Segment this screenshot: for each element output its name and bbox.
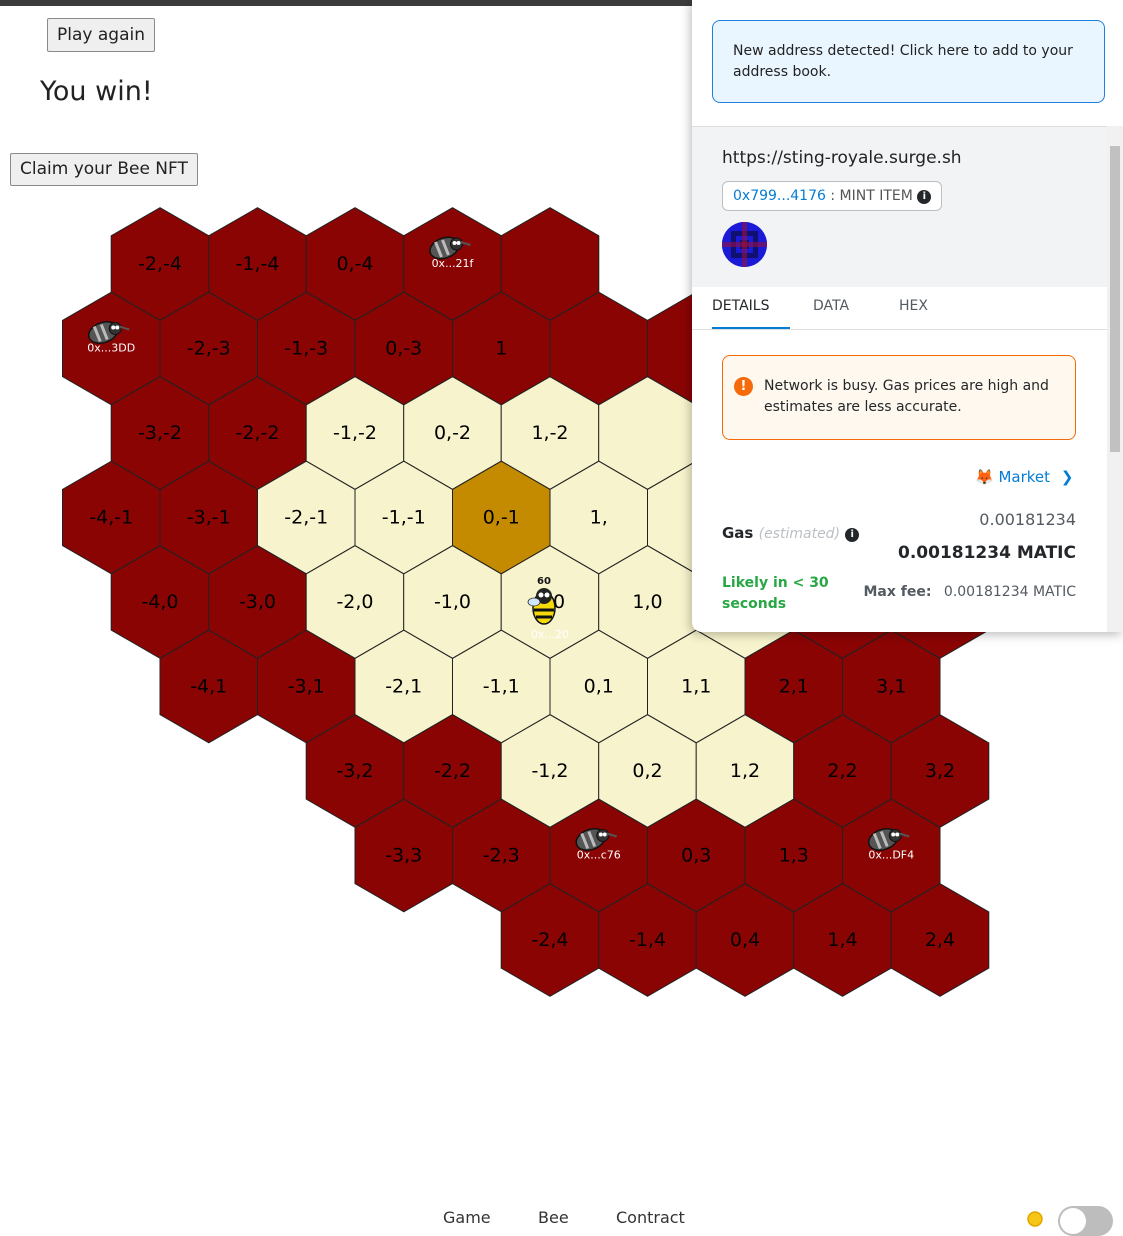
hex-label: 0,3	[681, 845, 711, 867]
hex-label: -3,0	[239, 591, 276, 613]
hex-label: 2,1	[779, 676, 809, 698]
bee-health-badge: 60	[537, 576, 551, 587]
popup-scrollbar[interactable]	[1107, 126, 1123, 632]
scrollbar-thumb[interactable]	[1110, 146, 1120, 452]
hex-label: -1,2	[531, 760, 568, 782]
bee-address-label: 0x...c76	[577, 849, 621, 862]
gas-label: Gas (estimated) i	[722, 524, 860, 542]
tab-hex[interactable]: HEX	[899, 298, 928, 314]
bee-address-label: 0x...DF4	[868, 849, 914, 862]
footer-link-bee[interactable]: Bee	[538, 1208, 569, 1227]
toggle-knob	[1060, 1208, 1086, 1234]
hex-label: 0,-4	[336, 253, 373, 275]
hex-label: -1,-1	[382, 507, 426, 529]
max-fee-value: 0.00181234 MATIC	[943, 584, 1076, 600]
max-fee: Max fee: 0.00181234 MATIC	[863, 584, 1076, 600]
gas-info-icon[interactable]: i	[845, 528, 860, 542]
hex-label: 0,2	[632, 760, 662, 782]
hex-label: 2,4	[925, 929, 955, 951]
hex-label: -2,-4	[138, 253, 182, 275]
hex-label: 0,-2	[434, 422, 471, 444]
theme-toggle[interactable]	[1058, 1206, 1113, 1236]
hex-label: 1,-2	[531, 422, 568, 444]
method-name: : MINT ITEM	[830, 188, 913, 204]
market-link[interactable]: 🦊 Market ❯	[975, 468, 1073, 486]
metamask-popup: New address detected! Click here to add …	[692, 0, 1123, 632]
gas-value: 0.00181234	[979, 510, 1076, 529]
hex-label: 1,	[590, 507, 608, 529]
hex-label: -3,1	[288, 676, 325, 698]
hex-label: -4,-1	[89, 507, 133, 529]
bee-address-label: 0x...3DD	[87, 342, 135, 355]
info-icon[interactable]: i	[917, 190, 932, 204]
hex-label: -2,-2	[236, 422, 280, 444]
tab-details[interactable]: DETAILS	[712, 298, 769, 314]
hex-label: -2,0	[336, 591, 373, 613]
hex-label: 0,-3	[385, 338, 422, 360]
hex-label: -2,-3	[187, 338, 231, 360]
hex-label: -3,-2	[138, 422, 182, 444]
hex-label: -1,4	[629, 929, 666, 951]
contract-avatar-icon	[722, 222, 767, 267]
bee-address-label: 0x...21f	[432, 257, 475, 270]
gas-total: 0.00181234 MATIC	[898, 543, 1076, 563]
footer-link-contract[interactable]: Contract	[616, 1208, 685, 1227]
hex-label: 1,0	[632, 591, 662, 613]
tab-bar: DETAILS DATA HEX	[692, 287, 1107, 330]
warning-icon: !	[734, 377, 753, 396]
hex-label: 3,1	[876, 676, 906, 698]
warning-text: Network is busy. Gas prices are high and…	[764, 378, 1049, 415]
hex-label: 1	[495, 338, 507, 360]
play-again-button[interactable]: Play again	[47, 18, 155, 52]
hex-label: -2,-1	[284, 507, 328, 529]
likely-time: Likely in < 30 seconds	[722, 575, 829, 612]
hex-label: -1,-2	[333, 422, 377, 444]
hex-label: 0,1	[584, 676, 614, 698]
bee-address-label: 0x...20	[531, 628, 569, 641]
hex-label: 0,-1	[483, 507, 520, 529]
hex-label: 2,2	[827, 760, 857, 782]
win-message: You win!	[40, 76, 153, 107]
hex-label: -3,2	[336, 760, 373, 782]
chevron-right-icon: ❯	[1060, 468, 1074, 486]
hex-label: 1,2	[730, 760, 760, 782]
new-address-notice[interactable]: New address detected! Click here to add …	[712, 20, 1105, 103]
hex-label: 1,3	[779, 845, 809, 867]
hex-label: -2,4	[531, 929, 568, 951]
claim-nft-button[interactable]: Claim your Bee NFT	[10, 153, 198, 186]
market-label: Market	[998, 468, 1051, 486]
hex-label: 3,2	[925, 760, 955, 782]
hex-label: 1,1	[681, 676, 711, 698]
hex-label: -1,-4	[236, 253, 280, 275]
hex-label: 0,4	[730, 929, 760, 951]
hex-label: -1,0	[434, 591, 471, 613]
sun-icon	[1027, 1211, 1043, 1227]
hex-label: -4,0	[141, 591, 178, 613]
hex-label: -3,3	[385, 845, 422, 867]
hex-label: -1,-3	[284, 338, 328, 360]
hex-label: -2,1	[385, 676, 422, 698]
contract-pill[interactable]: 0x799...4176 : MINT ITEM i	[722, 181, 943, 211]
gas-title: Gas	[722, 524, 754, 542]
hex-label: -3,-1	[187, 507, 231, 529]
origin-url: https://sting-royale.surge.sh	[722, 148, 962, 168]
hex-label: -2,2	[434, 760, 471, 782]
hex-label: -2,3	[483, 845, 520, 867]
hex-label: 1,4	[827, 929, 857, 951]
active-tab-indicator	[712, 327, 790, 329]
footer-link-game[interactable]: Game	[443, 1208, 491, 1227]
network-busy-warning: ! Network is busy. Gas prices are high a…	[722, 355, 1076, 440]
tab-data[interactable]: DATA	[813, 298, 849, 314]
max-fee-label: Max fee:	[863, 584, 932, 600]
gas-estimated: (estimated)	[758, 526, 841, 542]
fox-icon: 🦊	[975, 468, 994, 486]
hex-label: -1,1	[483, 676, 520, 698]
contract-address-link[interactable]: 0x799...4176	[733, 188, 826, 204]
hex-label: -4,1	[190, 676, 227, 698]
